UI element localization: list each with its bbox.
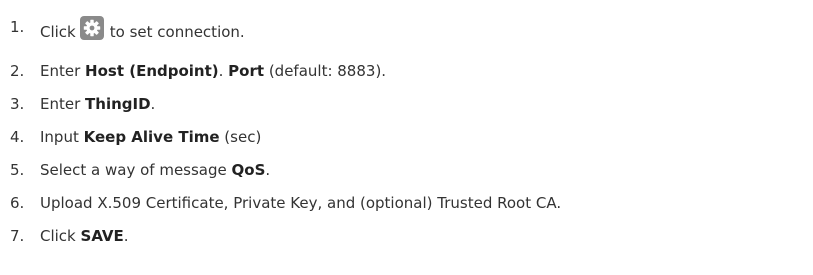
step-number: 3. xyxy=(10,95,25,113)
gear-icon[interactable] xyxy=(79,16,104,40)
step-text: Enter ThingID. xyxy=(40,93,155,115)
step-text: Click SAVE. xyxy=(40,225,129,247)
step-text-after: (sec) xyxy=(219,128,262,146)
step-text-after: . xyxy=(265,161,271,179)
step-text: Enter Host (Endpoint). Port (default: 88… xyxy=(40,60,386,82)
step-number: 4. xyxy=(10,128,25,146)
step-text-before: Enter xyxy=(40,62,86,80)
step-text: Upload X.509 Certificate, Private Key, a… xyxy=(40,194,562,212)
step-text-after: to set connection. xyxy=(109,23,245,41)
step-text-before: Click xyxy=(40,227,81,245)
thingid-label: ThingID xyxy=(85,95,151,113)
step-number: 6. xyxy=(10,194,25,212)
step-text-before: Input xyxy=(40,128,84,146)
host-endpoint-label: Host (Endpoint) xyxy=(85,62,219,80)
port-label: Port xyxy=(228,62,265,80)
save-label: SAVE xyxy=(80,227,124,245)
step-text-before: Enter xyxy=(40,95,86,113)
step-text-middle: . xyxy=(218,62,229,80)
step-text-after: . xyxy=(150,95,156,113)
step-text-before: Select a way of message xyxy=(40,161,232,179)
step-number: 7. xyxy=(10,227,25,245)
step-text: Click to set connection. xyxy=(40,16,245,43)
step-number: 5. xyxy=(10,161,25,179)
step-text: Select a way of message QoS. xyxy=(40,159,270,181)
step-text-before: Click xyxy=(40,23,76,41)
step-text: Input Keep Alive Time (sec) xyxy=(40,126,261,148)
keep-alive-time-label: Keep Alive Time xyxy=(83,128,220,146)
qos-label: QoS xyxy=(231,161,266,179)
step-text-after: . xyxy=(123,227,129,245)
step-text-after: (default: 8883). xyxy=(264,62,387,80)
step-number: 2. xyxy=(10,62,25,80)
step-number: 1. xyxy=(10,18,25,36)
